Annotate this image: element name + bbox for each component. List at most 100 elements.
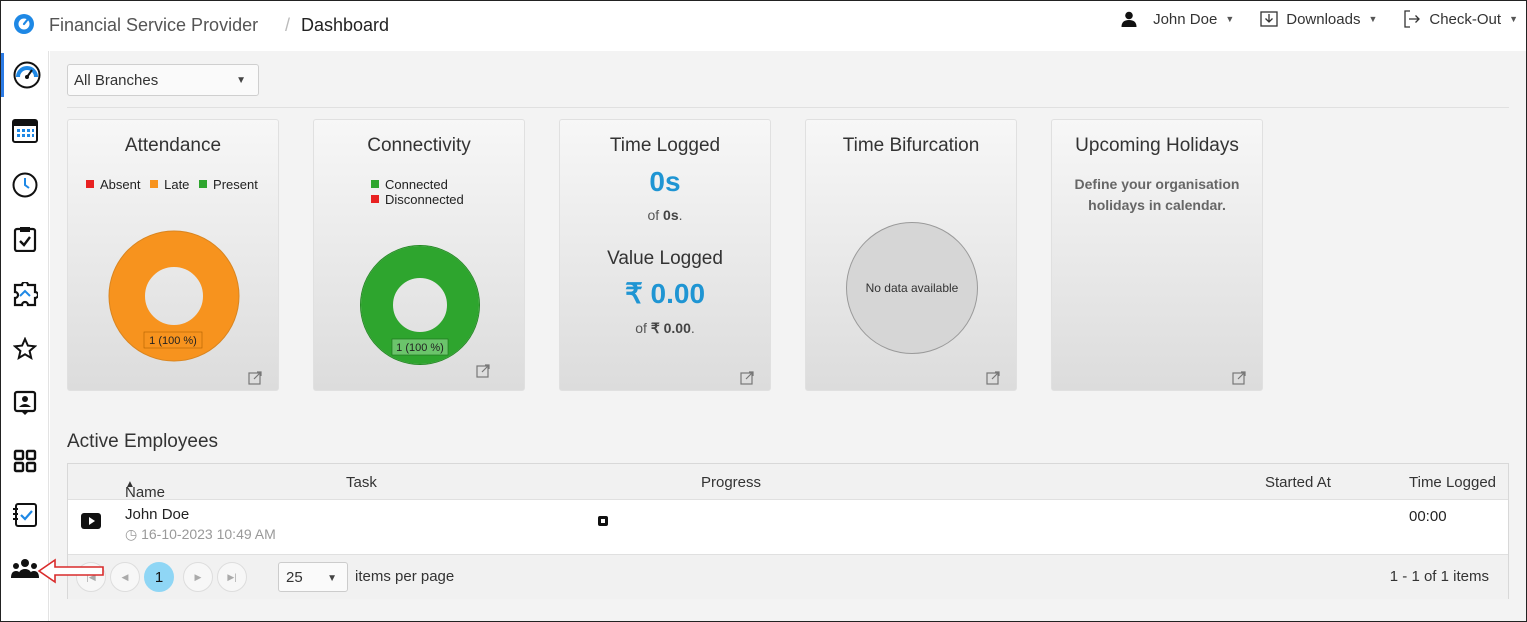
time-logged-of: of 0s.: [560, 207, 770, 223]
grid-pager: |◀ ◀ 1 ▶ ▶| 25 ▼ items per page 1 - 1 of…: [68, 554, 1508, 599]
column-header-time-logged[interactable]: Time Logged: [1409, 474, 1496, 491]
connectivity-card: Connectivity Connected Disconnected 1 (1…: [313, 119, 525, 391]
connectivity-title: Connectivity: [367, 135, 471, 156]
calendar-icon: [12, 119, 38, 143]
time-bifurcation-card: Time Bifurcation No data available: [805, 119, 1017, 391]
caret-down-icon: ▼: [236, 75, 246, 86]
branch-select[interactable]: All Branches ▼: [67, 64, 259, 96]
page-size-value: 25: [286, 569, 303, 586]
checkout-menu[interactable]: Check-Out ▼: [1403, 10, 1518, 28]
sidebar-item-apps[interactable]: [1, 439, 49, 483]
column-header-started-at[interactable]: Started At: [1265, 474, 1331, 491]
holidays-message-line: holidays in calendar.: [1088, 197, 1226, 213]
legend-label: Connected: [385, 177, 448, 192]
of-prefix: of: [647, 207, 664, 223]
external-link-icon[interactable]: [740, 371, 754, 385]
legend-item-late[interactable]: Late: [150, 177, 189, 192]
connectivity-legend: Connected Disconnected: [371, 177, 464, 207]
time-bifurcation-title: Time Bifurcation: [842, 135, 980, 156]
sidebar-item-projects[interactable]: [1, 273, 49, 317]
external-link-icon[interactable]: [248, 371, 262, 385]
top-bar: Financial Service Provider / Dashboard J…: [1, 1, 1526, 49]
dashboard-icon: [13, 61, 40, 89]
pager-summary: 1 - 1 of 1 items: [1389, 568, 1489, 585]
value-logged-of: of ₹ 0.00.: [560, 320, 770, 337]
external-link-icon[interactable]: [476, 364, 490, 378]
sidebar-item-timesheet[interactable]: [1, 163, 49, 207]
sidebar-item-checklist[interactable]: [1, 493, 49, 537]
chevron-down-icon: ▼: [1509, 14, 1518, 24]
attendance-legend: Absent Late Present: [86, 177, 258, 192]
legend-swatch: [86, 180, 94, 188]
time-logged-title: Time Logged: [609, 135, 721, 156]
task-check-icon: [13, 227, 37, 252]
attendance-slice-label: 1 (100 %): [149, 335, 197, 347]
holidays-message: Define your organisation holidays in cal…: [1052, 174, 1262, 216]
of-suffix: .: [678, 207, 683, 223]
sidebar-item-employees[interactable]: [1, 381, 49, 425]
chevron-down-icon: ▼: [1368, 14, 1378, 24]
external-link-icon[interactable]: [1232, 371, 1246, 385]
page-number-button[interactable]: 1: [144, 562, 174, 592]
sidebar-item-dashboard[interactable]: [1, 53, 49, 97]
column-header-task[interactable]: Task: [346, 474, 377, 491]
legend-item-present[interactable]: Present: [199, 177, 258, 192]
legend-swatch: [371, 195, 379, 203]
sidebar-item-favorites[interactable]: [1, 327, 49, 371]
main-content: All Branches ▼ Attendance Absent Late Pr…: [50, 51, 1526, 621]
time-logged-value: 0s: [649, 166, 681, 197]
legend-item-connected[interactable]: Connected: [371, 177, 464, 192]
checkout-label: Check-Out: [1429, 10, 1502, 28]
sidebar-item-tasks[interactable]: [1, 217, 49, 261]
clock-icon: ◷: [125, 526, 138, 542]
checklist-icon: [13, 503, 37, 527]
attendance-donut: 1 (100 %): [108, 230, 240, 362]
of-value: 0s: [663, 207, 679, 223]
value-logged-amount: ₹ 0.00: [624, 278, 706, 309]
app-logo-icon[interactable]: [13, 13, 35, 35]
of-value: ₹ 0.00: [650, 320, 691, 336]
user-name: John Doe: [1153, 10, 1218, 28]
user-icon: [1121, 11, 1137, 27]
connectivity-slice-connected[interactable]: [361, 246, 479, 364]
legend-swatch: [371, 180, 379, 188]
legend-swatch: [150, 180, 159, 188]
employee-timestamp: ◷ 16-10-2023 10:49 AM: [125, 526, 276, 543]
caret-down-icon: ▼: [327, 573, 337, 584]
next-page-button[interactable]: ▶: [183, 562, 213, 592]
employee-time-logged: 00:00: [1409, 508, 1447, 525]
legend-item-disconnected[interactable]: Disconnected: [371, 192, 464, 207]
chevron-down-icon: ▼: [1225, 14, 1235, 24]
column-header-name[interactable]: Name ▲: [125, 474, 165, 501]
breadcrumb-app[interactable]: Financial Service Provider: [49, 15, 258, 36]
external-link-icon[interactable]: [986, 371, 1000, 385]
attendance-slice-late[interactable]: [109, 231, 239, 361]
legend-item-absent[interactable]: Absent: [86, 177, 140, 192]
downloads-label: Downloads: [1286, 10, 1361, 28]
table-row[interactable]: John Doe ◷ 16-10-2023 10:49 AM 00:00: [68, 500, 1508, 554]
prev-page-button[interactable]: ◀: [110, 562, 140, 592]
page-title: Dashboard: [301, 15, 390, 35]
apps-grid-icon: [13, 449, 37, 473]
attendance-title: Attendance: [124, 135, 222, 156]
empty-chart-circle: No data available: [846, 222, 978, 354]
play-icon[interactable]: [81, 513, 101, 529]
sidebar-item-calendar[interactable]: [1, 109, 49, 153]
progress-indicator: [598, 516, 608, 526]
downloads-menu[interactable]: Downloads ▼: [1260, 10, 1377, 28]
breadcrumb-separator: /: [285, 15, 291, 35]
legend-label: Late: [164, 177, 190, 192]
badge-icon: [13, 390, 37, 415]
clock-icon: [12, 172, 38, 198]
value-logged-title: Value Logged: [607, 248, 723, 269]
checkout-icon: [1404, 10, 1421, 28]
employee-name[interactable]: John Doe: [125, 506, 189, 523]
column-label: Name: [125, 484, 166, 501]
team-icon: [11, 559, 39, 578]
column-header-progress[interactable]: Progress: [701, 474, 761, 491]
page-size-select[interactable]: 25 ▼: [278, 562, 348, 592]
legend-swatch: [199, 180, 208, 188]
no-data-label: No data available: [865, 281, 959, 295]
user-menu[interactable]: John Doe ▼: [1121, 10, 1234, 28]
last-page-button[interactable]: ▶|: [217, 562, 247, 592]
